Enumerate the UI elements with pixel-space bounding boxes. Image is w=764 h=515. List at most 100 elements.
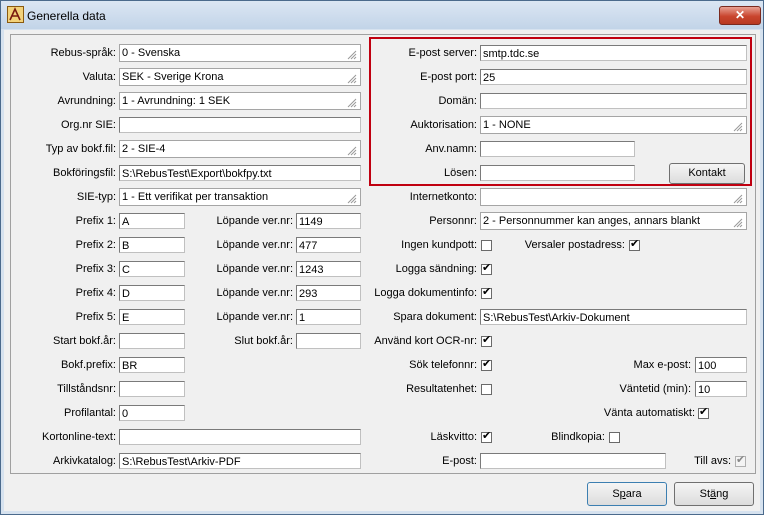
checkmark-icon: ✔	[482, 358, 492, 370]
sok-telefonnr-label: Sök telefonnr:	[409, 359, 477, 371]
resize-grip-icon	[347, 98, 357, 108]
anv-namn-input[interactable]	[480, 141, 635, 157]
till-avs-checkbox[interactable]: ✔	[735, 454, 746, 467]
spara-dokument-label: Spara dokument:	[393, 311, 477, 323]
doman-label: Domän:	[438, 95, 477, 107]
vantetid-input[interactable]: 10	[695, 381, 747, 397]
prefix-1-input[interactable]: A	[119, 213, 185, 229]
auktorisation-combo[interactable]: 1 - NONE	[480, 116, 747, 134]
lopande-vernr-2-label: Löpande ver.nr:	[216, 239, 293, 251]
sie-typ-combo[interactable]: 1 - Ett verifikat per transaktion	[119, 188, 361, 206]
vantetid-label: Väntetid (min):	[619, 383, 691, 395]
epost-input[interactable]	[480, 453, 666, 469]
blindkopia-label: Blindkopia:	[551, 431, 605, 443]
blindkopia-checkbox[interactable]	[609, 432, 620, 443]
close-button[interactable]: ✕	[719, 6, 761, 25]
prefix-4-input[interactable]: D	[119, 285, 185, 301]
versaler-postadress-checkbox[interactable]: ✔	[629, 238, 640, 251]
sie-typ-label: SIE-typ:	[76, 191, 116, 203]
profilantal-input[interactable]: 0	[119, 405, 185, 421]
lopande-vernr-4-input[interactable]: 293	[296, 285, 361, 301]
orgnr-input[interactable]	[119, 117, 361, 133]
resultatenhet-checkbox[interactable]	[481, 384, 492, 395]
checkmark-icon: ✔	[482, 430, 492, 442]
epost-server-input[interactable]: smtp.tdc.se	[480, 45, 747, 61]
lopande-vernr-5-input[interactable]: 1	[296, 309, 361, 325]
lopande-vernr-3-label: Löpande ver.nr:	[216, 263, 293, 275]
spara-dokument-input[interactable]: S:\RebusTest\Arkiv-Dokument	[480, 309, 747, 325]
kontakt-button[interactable]: Kontakt	[669, 163, 745, 184]
prefix-5-label: Prefix 5:	[75, 311, 116, 323]
prefix-2-input[interactable]: B	[119, 237, 185, 253]
laskvitto-checkbox[interactable]: ✔	[481, 430, 492, 443]
profilantal-label: Profilantal:	[64, 407, 116, 419]
slut-bokfar-input[interactable]	[296, 333, 361, 349]
lopande-vernr-2-input[interactable]: 477	[296, 237, 361, 253]
anvand-kort-ocr-label: Använd kort OCR-nr:	[374, 335, 477, 347]
lopande-vernr-1-input[interactable]: 1149	[296, 213, 361, 229]
ingen-kundpott-checkbox[interactable]	[481, 240, 492, 251]
bokforingsfil-input[interactable]: S:\RebusTest\Export\bokfpy.txt	[119, 165, 361, 181]
start-bokfar-input[interactable]	[119, 333, 185, 349]
losen-input[interactable]	[480, 165, 635, 181]
till-avs-label: Till avs:	[694, 455, 731, 467]
checkmark-icon: ✔	[482, 286, 492, 298]
internetkonto-combo[interactable]	[480, 188, 747, 206]
laskvitto-label: Läskvitto:	[430, 431, 477, 443]
versaler-postadress-label: Versaler postadress:	[524, 239, 625, 251]
app-icon	[7, 6, 24, 23]
kortonline-input[interactable]	[119, 429, 361, 445]
lopande-vernr-1-label: Löpande ver.nr:	[216, 215, 293, 227]
max-epost-input[interactable]: 100	[695, 357, 747, 373]
avrundning-combo[interactable]: 1 - Avrundning: 1 SEK	[119, 92, 361, 110]
prefix-2-label: Prefix 2:	[75, 239, 116, 251]
rebus-sprak-label: Rebus-språk:	[50, 47, 116, 59]
vanta-automatiskt-checkbox[interactable]: ✔	[698, 406, 709, 419]
anvand-kort-ocr-checkbox[interactable]: ✔	[481, 334, 492, 347]
dialog-window: Generella data ✕ Rebus-språk: 0 - Svensk…	[0, 0, 764, 515]
lopande-vernr-4-label: Löpande ver.nr:	[216, 287, 293, 299]
orgnr-label: Org.nr SIE:	[60, 119, 116, 131]
tillstandsnr-input[interactable]	[119, 381, 185, 397]
doman-input[interactable]	[480, 93, 747, 109]
stang-button[interactable]: Stäng	[674, 482, 754, 506]
lopande-vernr-3-input[interactable]: 1243	[296, 261, 361, 277]
logga-sandning-checkbox[interactable]: ✔	[481, 262, 492, 275]
resize-grip-icon	[733, 218, 743, 228]
checkmark-icon: ✔	[630, 238, 640, 250]
logga-sandning-label: Logga sändning:	[395, 263, 477, 275]
window-title: Generella data	[27, 9, 106, 23]
checkmark-icon: ✔	[736, 454, 746, 466]
logga-dokumentinfo-checkbox[interactable]: ✔	[481, 286, 492, 299]
title-bar: Generella data ✕	[1, 1, 763, 29]
prefix-3-input[interactable]: C	[119, 261, 185, 277]
personnr-combo[interactable]: 2 - Personnummer kan anges, annars blank…	[480, 212, 747, 230]
max-epost-label: Max e-post:	[633, 359, 691, 371]
valuta-combo[interactable]: SEK - Sverige Krona	[119, 68, 361, 86]
rebus-sprak-combo[interactable]: 0 - Svenska	[119, 44, 361, 62]
prefix-5-input[interactable]: E	[119, 309, 185, 325]
typ-bokf-label: Typ av bokf.fil:	[45, 143, 116, 155]
sok-telefonnr-checkbox[interactable]: ✔	[481, 358, 492, 371]
losen-label: Lösen:	[443, 167, 477, 179]
bokf-prefix-input[interactable]: BR	[119, 357, 185, 373]
typ-bokf-combo[interactable]: 2 - SIE-4	[119, 140, 361, 158]
lopande-vernr-5-label: Löpande ver.nr:	[216, 311, 293, 323]
resize-grip-icon	[733, 122, 743, 132]
resize-grip-icon	[733, 194, 743, 204]
vanta-automatiskt-label: Vänta automatiskt:	[603, 407, 695, 419]
tillstandsnr-label: Tillståndsnr:	[57, 383, 116, 395]
epost-server-label: E-post server:	[408, 47, 477, 59]
epost-label: E-post:	[442, 455, 477, 467]
checkmark-icon: ✔	[482, 334, 492, 346]
spara-button[interactable]: Spara	[587, 482, 667, 506]
ingen-kundpott-label: Ingen kundpott:	[401, 239, 477, 251]
prefix-3-label: Prefix 3:	[75, 263, 116, 275]
arkivkatalog-input[interactable]: S:\RebusTest\Arkiv-PDF	[119, 453, 361, 469]
epost-port-input[interactable]: 25	[480, 69, 747, 85]
dialog-client: Rebus-språk: 0 - Svenska Valuta: SEK - S…	[4, 30, 760, 511]
resize-grip-icon	[347, 146, 357, 156]
resize-grip-icon	[347, 50, 357, 60]
bokf-prefix-label: Bokf.prefix:	[60, 359, 116, 371]
checkmark-icon: ✔	[482, 262, 492, 274]
